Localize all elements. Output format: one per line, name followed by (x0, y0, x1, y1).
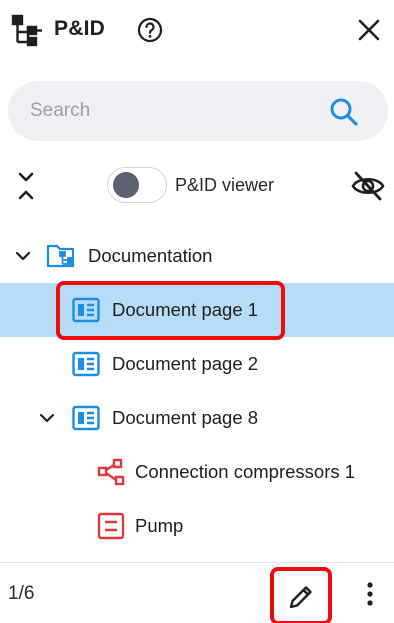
tree-item-document-page-8[interactable]: Document page 8 (0, 391, 394, 445)
highlight-box (56, 281, 285, 340)
chevron-down-icon[interactable] (37, 408, 57, 428)
tree-item-label: Document page 8 (112, 407, 259, 428)
equipment-icon (97, 512, 125, 540)
pencil-icon (289, 586, 312, 609)
eye-off-icon[interactable] (350, 170, 386, 202)
footer: 1/6 (0, 563, 394, 623)
document-page-icon (72, 351, 100, 377)
toggle-label: P&ID viewer (175, 175, 275, 195)
page-title: P&ID (54, 17, 105, 40)
hierarchy-icon (11, 14, 42, 47)
search-icon[interactable] (328, 96, 360, 128)
close-icon[interactable] (355, 16, 383, 44)
page-count: 1/6 (8, 583, 35, 604)
tree-item-label: Pump (135, 515, 184, 536)
tree-item-label: Documentation (88, 245, 213, 266)
tree-item-connection-compressors-1[interactable]: Connection compressors 1 (0, 445, 394, 499)
tree-item-documentation[interactable]: Documentation (0, 229, 394, 283)
header: P&ID (0, 0, 394, 60)
tree-item-pump[interactable]: Pump (0, 499, 394, 553)
search-bar (8, 81, 388, 141)
more-vertical-icon[interactable] (356, 579, 384, 609)
tree-item-label: Document page 2 (112, 353, 259, 374)
edit-button[interactable] (270, 567, 332, 623)
folder-hierarchy-icon (46, 244, 75, 268)
connection-icon (97, 458, 125, 486)
chevron-down-icon[interactable] (13, 246, 33, 266)
toggle-knob (113, 172, 139, 198)
tree-item-label: Connection compressors 1 (135, 461, 356, 482)
search-input[interactable] (30, 81, 320, 141)
pid-viewer-toggle[interactable] (107, 167, 167, 203)
controls-row: P&ID viewer (0, 160, 394, 212)
help-circle-icon[interactable] (136, 16, 164, 44)
collapse-all-icon[interactable] (12, 170, 40, 202)
document-page-icon (72, 405, 100, 431)
tree-item-document-page-2[interactable]: Document page 2 (0, 337, 394, 391)
